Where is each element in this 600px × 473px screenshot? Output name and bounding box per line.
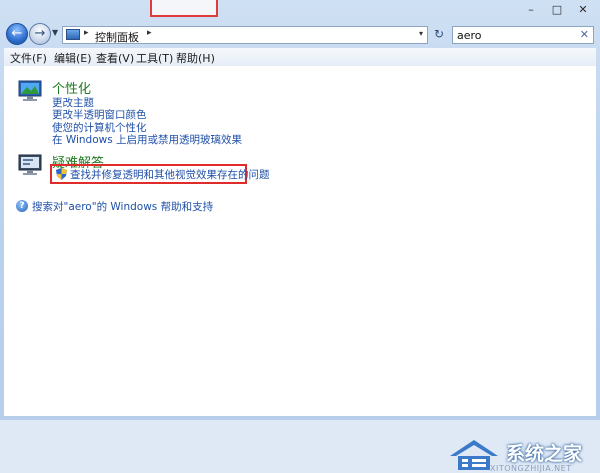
minimize-button[interactable]: – bbox=[520, 2, 542, 18]
menu-file[interactable]: 文件(F) bbox=[10, 50, 47, 66]
forward-button[interactable]: → bbox=[29, 23, 51, 45]
link-toggle-transparency[interactable]: 在 Windows 上启用或禁用透明玻璃效果 bbox=[52, 132, 242, 147]
back-button[interactable]: ← bbox=[6, 23, 28, 45]
menu-bar: 文件(F) 编辑(E) 查看(V) 工具(T) 帮助(H) bbox=[4, 48, 596, 67]
close-button[interactable]: ✕ bbox=[572, 2, 594, 18]
breadcrumb-separator[interactable]: ▸ bbox=[84, 28, 89, 38]
uac-shield-icon bbox=[56, 168, 67, 180]
explorer-window: – □ ✕ ← → ▼ ▸ 控制面板 ▸ ▾ ↻ aero ✕ 文件(F) 编辑… bbox=[0, 0, 600, 473]
breadcrumb-separator-2[interactable]: ▸ bbox=[147, 28, 152, 38]
troubleshooting-monitor-icon bbox=[18, 154, 42, 175]
help-icon: ? bbox=[16, 200, 28, 212]
address-dropdown[interactable]: ▾ bbox=[419, 29, 423, 38]
link-fix-transparency-problems[interactable]: 查找并修复透明和其他视觉效果存在的问题 bbox=[70, 167, 270, 182]
address-bar[interactable]: ▸ 控制面板 ▸ ▾ bbox=[62, 26, 428, 44]
forward-arrow-icon: → bbox=[34, 26, 46, 41]
refresh-icon: ↻ bbox=[433, 27, 445, 41]
search-results: 个性化 更改主题 更改半透明窗口颜色 使您的计算机个性化 在 Windows 上… bbox=[4, 66, 596, 473]
maximize-button[interactable]: □ bbox=[546, 2, 568, 18]
back-arrow-icon: ← bbox=[11, 26, 23, 41]
menu-tools[interactable]: 工具(T) bbox=[136, 50, 173, 66]
navigation-bar: ← → ▼ ▸ 控制面板 ▸ ▾ ↻ aero ✕ bbox=[0, 22, 600, 48]
menu-help[interactable]: 帮助(H) bbox=[176, 50, 215, 66]
personalization-monitor-icon bbox=[18, 80, 42, 101]
clear-search-button[interactable]: ✕ bbox=[580, 28, 589, 41]
title-bar-decoration bbox=[150, 0, 218, 17]
search-input[interactable]: aero ✕ bbox=[452, 26, 594, 44]
watermark-name: 系统之家 bbox=[506, 443, 583, 465]
recent-pages-dropdown[interactable]: ▼ bbox=[52, 28, 58, 37]
breadcrumb-control-panel[interactable]: 控制面板 bbox=[95, 29, 139, 45]
menu-view[interactable]: 查看(V) bbox=[96, 50, 134, 66]
link-windows-help-search[interactable]: 搜索对"aero"的 Windows 帮助和支持 bbox=[32, 199, 213, 214]
search-query: aero bbox=[457, 29, 482, 42]
menu-edit[interactable]: 编辑(E) bbox=[54, 50, 92, 66]
title-bar: – □ ✕ bbox=[0, 0, 600, 22]
refresh-button[interactable]: ↻ bbox=[432, 27, 446, 41]
watermark-domain: XITONGZHIJIA.NET bbox=[490, 464, 572, 473]
control-panel-icon bbox=[66, 29, 80, 40]
